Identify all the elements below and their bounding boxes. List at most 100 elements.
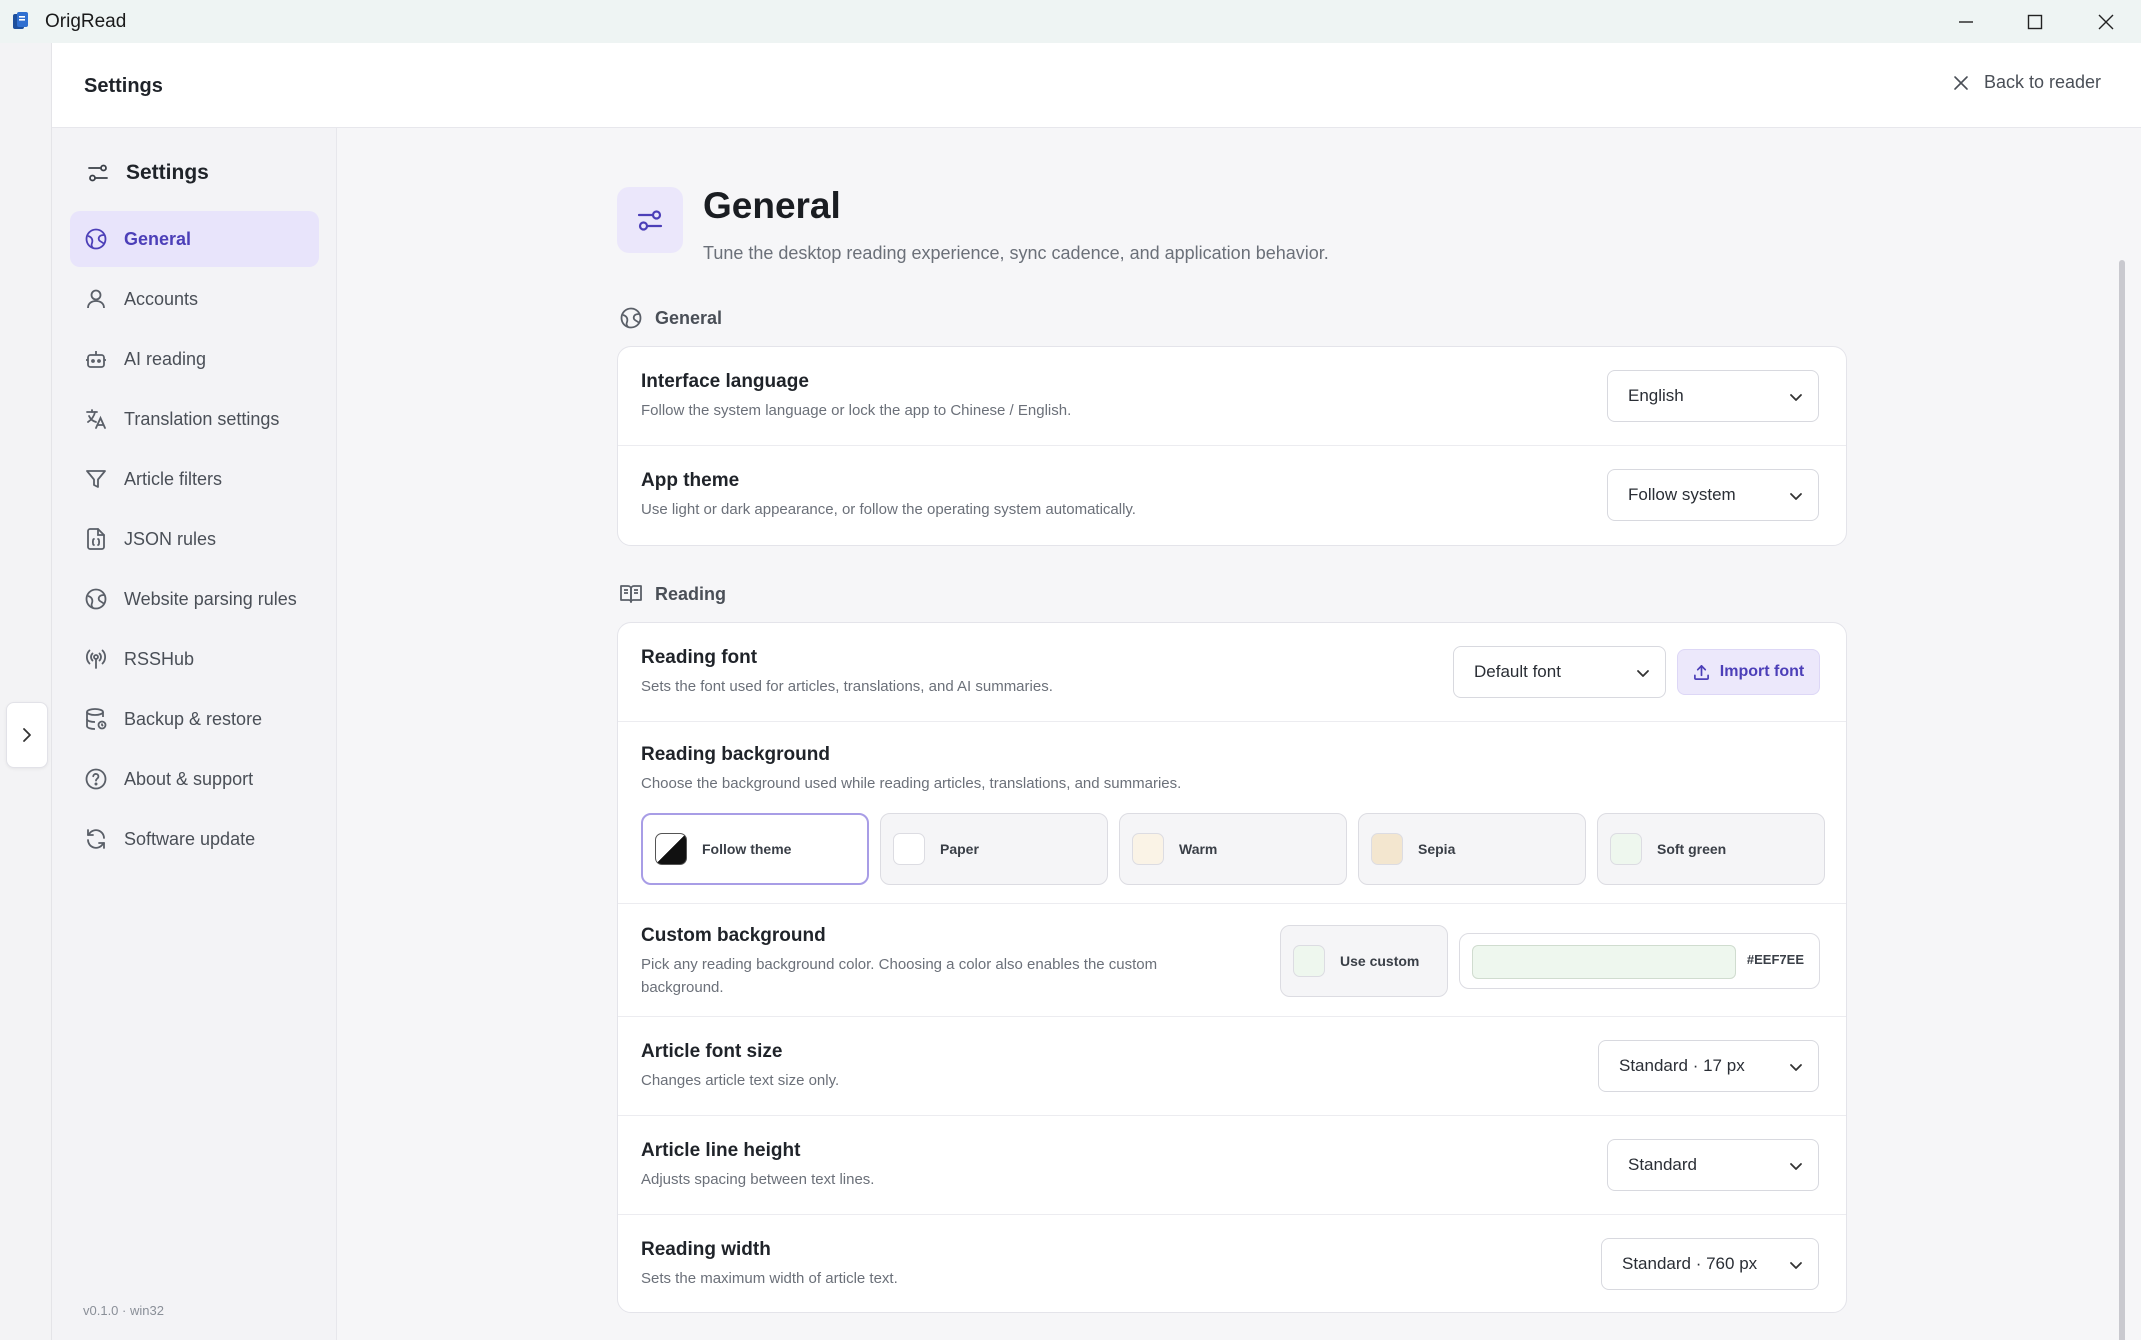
use-custom-label: Use custom xyxy=(1340,953,1420,969)
color-chip xyxy=(1371,833,1403,865)
background-option-soft-green[interactable]: Soft green xyxy=(1597,813,1825,885)
color-chip xyxy=(655,833,687,865)
background-option-sepia[interactable]: Sepia xyxy=(1358,813,1586,885)
close-icon xyxy=(2098,14,2114,29)
maximize-icon xyxy=(2027,14,2043,29)
sidebar-item-backup-restore[interactable]: Backup & restore xyxy=(70,691,319,747)
interface-language-row: Interface language Follow the system lan… xyxy=(618,347,1846,446)
select-value: English xyxy=(1628,386,1684,405)
sidebar-heading-label: Settings xyxy=(126,161,209,184)
settings-sidebar: Settings General Accounts AI reading Tra… xyxy=(52,128,337,1340)
reading-card: Reading font Sets the font used for arti… xyxy=(617,622,1847,1313)
chevron-down-icon xyxy=(1637,670,1649,677)
section-title: General xyxy=(655,307,723,328)
sidebar-item-label: About & support xyxy=(124,768,254,789)
custom-color-picker[interactable]: #EEF7EE xyxy=(1459,933,1820,989)
app-theme-select[interactable]: Follow system xyxy=(1607,469,1819,521)
sidebar-item-article-filters[interactable]: Article filters xyxy=(70,451,319,507)
scrollbar-thumb[interactable] xyxy=(2119,260,2125,1340)
row-description: Use light or dark appearance, or follow … xyxy=(641,501,1136,518)
reading-width-select[interactable]: Standard · 760 px xyxy=(1601,1238,1819,1290)
sidebar-item-website-parsing-rules[interactable]: Website parsing rules xyxy=(70,571,319,627)
sidebar-item-label: Accounts xyxy=(124,288,199,309)
import-font-button[interactable]: Import font xyxy=(1677,649,1820,695)
maximize-button[interactable] xyxy=(2000,0,2070,43)
collapsed-rail xyxy=(0,43,52,1340)
app-theme-row: App theme Use light or dark appearance, … xyxy=(618,446,1846,545)
color-chip xyxy=(1132,833,1164,865)
expand-sidebar-button[interactable] xyxy=(6,702,48,768)
translate-icon xyxy=(86,409,106,429)
sidebar-item-label: JSON rules xyxy=(124,528,217,549)
reading-background-row: Reading background Choose the background… xyxy=(618,722,1846,904)
article-font-size-select[interactable]: Standard · 17 px xyxy=(1598,1040,1819,1092)
select-value: Standard · 760 px xyxy=(1622,1254,1758,1273)
row-description: Sets the font used for articles, transla… xyxy=(641,678,1053,695)
chevron-down-icon xyxy=(1790,493,1802,500)
reading-font-select[interactable]: Default font xyxy=(1453,646,1666,698)
sidebar-heading: Settings xyxy=(86,161,209,185)
robot-icon xyxy=(86,351,106,368)
minimize-button[interactable] xyxy=(1931,0,2001,43)
sidebar-item-translation-settings[interactable]: Translation settings xyxy=(70,391,319,447)
background-option-paper[interactable]: Paper xyxy=(880,813,1108,885)
row-description: Follow the system language or lock the a… xyxy=(641,402,1072,419)
sidebar-item-label: AI reading xyxy=(124,348,207,369)
use-custom-toggle[interactable]: Use custom xyxy=(1280,925,1448,997)
row-title: Reading background xyxy=(641,744,830,765)
page-subtitle: Tune the desktop reading experience, syn… xyxy=(703,243,1329,263)
refresh-icon xyxy=(87,829,105,849)
background-options: Follow theme Paper Warm Sepia Soft green xyxy=(641,813,1825,885)
color-chip xyxy=(1293,945,1325,977)
help-circle-icon xyxy=(85,768,107,790)
swatch-label: Soft green xyxy=(1657,841,1727,857)
select-value: Standard xyxy=(1628,1155,1697,1174)
swatch-label: Warm xyxy=(1179,841,1218,857)
select-value: Follow system xyxy=(1628,485,1736,504)
row-description: Pick any reading background color. Choos… xyxy=(641,956,1158,996)
sidebar-item-label: General xyxy=(124,228,192,249)
row-title: App theme xyxy=(641,470,740,491)
chevron-down-icon xyxy=(1790,394,1802,401)
interface-language-select[interactable]: English xyxy=(1607,370,1819,422)
title-bar: OrigRead xyxy=(0,0,2141,43)
sidebar-item-ai-reading[interactable]: AI reading xyxy=(70,331,319,387)
broadcast-icon xyxy=(85,649,107,669)
globe-icon xyxy=(85,588,107,610)
section-general-label: General xyxy=(619,306,722,330)
sliders-icon xyxy=(637,210,663,231)
color-hex-value: #EEF7EE xyxy=(1746,952,1804,967)
row-title: Reading font xyxy=(641,647,758,668)
close-window-button[interactable] xyxy=(2071,0,2141,43)
sidebar-item-software-update[interactable]: Software update xyxy=(70,811,319,867)
database-icon xyxy=(86,708,107,730)
sidebar-item-accounts[interactable]: Accounts xyxy=(70,271,319,327)
article-line-height-select[interactable]: Standard xyxy=(1607,1139,1819,1191)
background-option-follow-theme[interactable]: Follow theme xyxy=(641,813,869,885)
row-title: Reading width xyxy=(641,1239,771,1260)
app-title: OrigRead xyxy=(45,11,127,32)
row-title: Article line height xyxy=(641,1140,801,1161)
row-title: Custom background xyxy=(641,925,826,946)
article-font-size-row: Article font size Changes article text s… xyxy=(618,1017,1846,1116)
row-description: Changes article text size only. xyxy=(641,1072,840,1089)
sidebar-item-json-rules[interactable]: JSON rules xyxy=(70,511,319,567)
select-value: Standard · 17 px xyxy=(1619,1056,1745,1075)
section-title: Reading xyxy=(655,583,727,604)
article-line-height-row: Article line height Adjusts spacing betw… xyxy=(618,1116,1846,1215)
close-icon xyxy=(1954,75,1968,90)
sidebar-item-label: RSSHub xyxy=(124,648,195,669)
json-file-icon xyxy=(87,528,105,550)
sidebar-item-about-support[interactable]: About & support xyxy=(70,751,319,807)
row-description: Sets the maximum width of article text. xyxy=(641,1270,898,1287)
settings-content: General Tune the desktop reading experie… xyxy=(338,128,2128,1340)
upload-icon xyxy=(1693,664,1709,680)
sidebar-item-general[interactable]: General xyxy=(70,211,319,267)
minimize-icon xyxy=(1959,20,1973,23)
background-option-warm[interactable]: Warm xyxy=(1119,813,1347,885)
page-icon-tile xyxy=(617,187,683,253)
sidebar-item-rsshub[interactable]: RSSHub xyxy=(70,631,319,687)
app-logo-icon xyxy=(13,12,28,29)
back-to-reader-button[interactable]: Back to reader xyxy=(1952,72,2101,93)
color-preview[interactable] xyxy=(1472,945,1736,979)
